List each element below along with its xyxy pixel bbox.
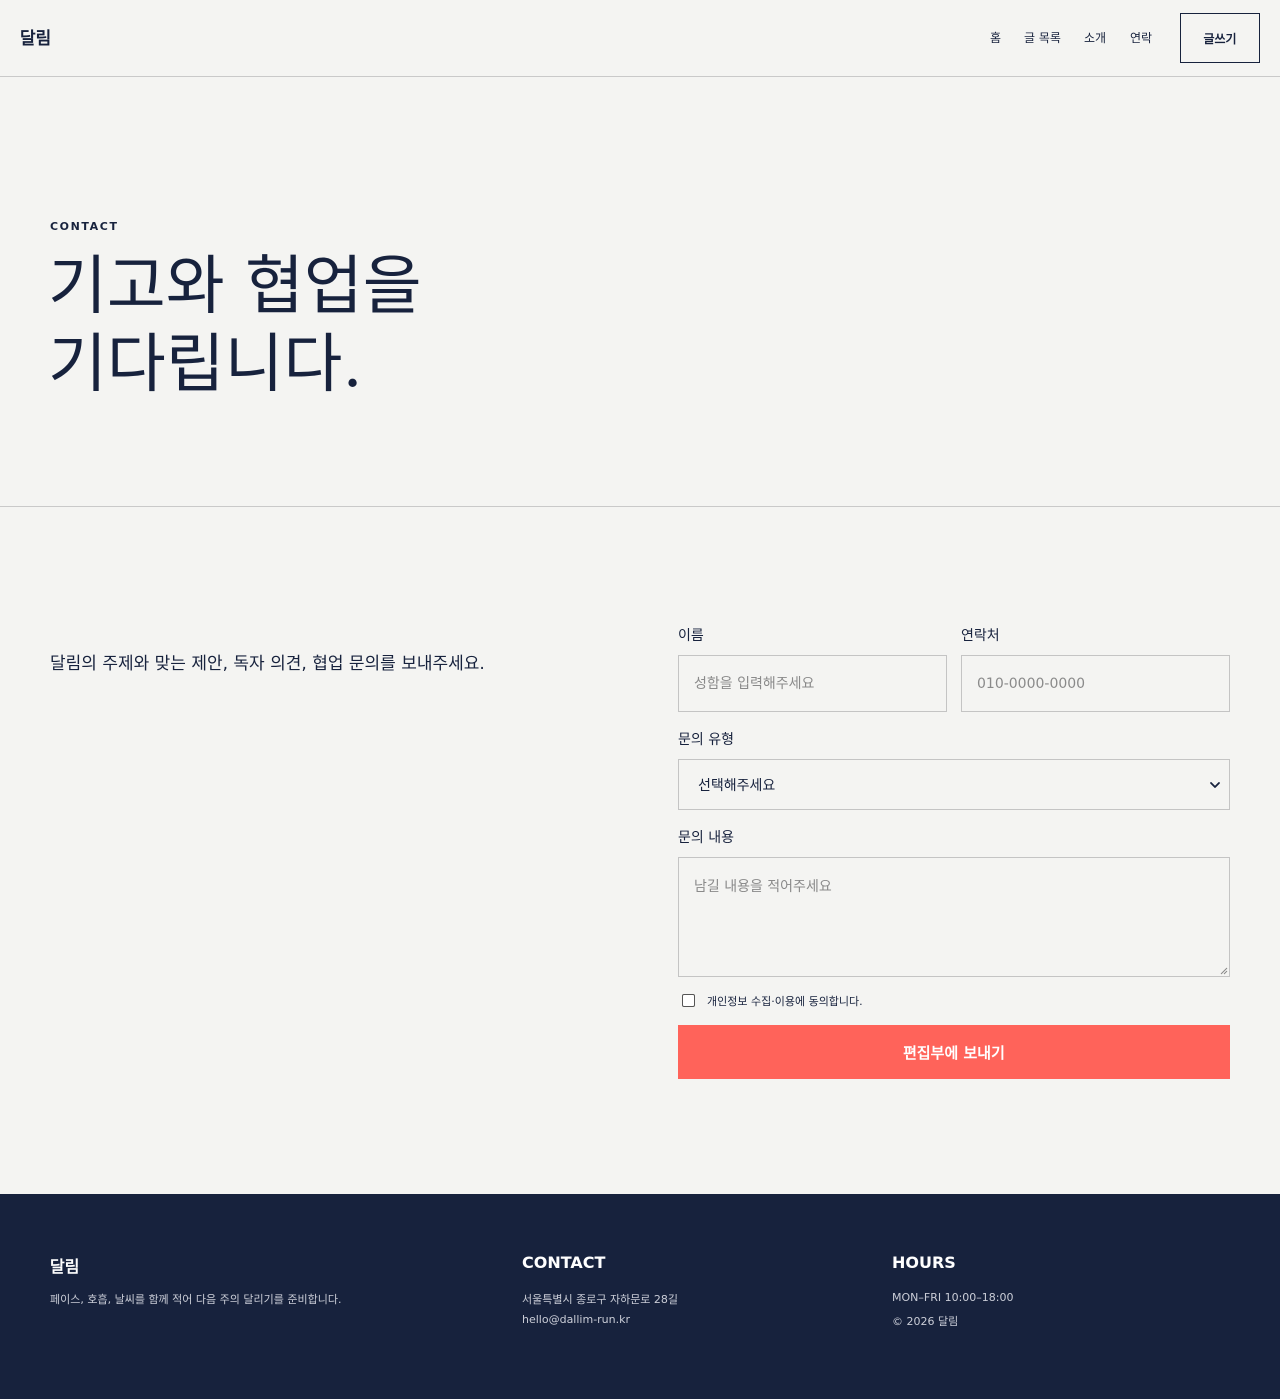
inquiry-type-selected: 선택해주세요 (698, 777, 776, 794)
phone-input[interactable] (961, 655, 1230, 712)
footer-hours-heading: HOURS (892, 1253, 956, 1272)
footer-address: 서울특별시 종로구 자하문로 28길 (522, 1293, 679, 1306)
site-header: 달림 홈 글 목록 소개 연락 글쓰기 (0, 0, 1280, 77)
chevron-down-icon (1210, 782, 1220, 788)
nav-item-contact[interactable]: 연락 (1130, 29, 1152, 46)
footer-email-link[interactable]: hello@dallim-run.kr (522, 1313, 630, 1326)
footer-copyright: © 2026 달림 (892, 1315, 959, 1328)
inquiry-type-select[interactable]: 선택해주세요 (678, 759, 1230, 810)
hero-eyebrow: CONTACT (50, 220, 119, 233)
name-label: 이름 (678, 628, 704, 644)
phone-label: 연락처 (961, 628, 1000, 644)
page-title: 기고와 협업을 기다립니다. (48, 248, 648, 404)
page-title-line-1: 기고와 협업을 (48, 250, 422, 324)
footer-brand-description: 페이스, 호흡, 날씨를 함께 적어 다음 주의 달리기를 준비합니다. (50, 1293, 342, 1306)
nav-item-posts[interactable]: 글 목록 (1024, 29, 1061, 46)
page-title-line-2: 기다립니다. (48, 328, 363, 402)
inquiry-type-label: 문의 유형 (678, 732, 734, 748)
nav-item-home[interactable]: 홈 (990, 29, 1001, 46)
section-divider (0, 506, 1280, 507)
footer-contact-heading: CONTACT (522, 1253, 606, 1272)
submit-button[interactable]: 편집부에 보내기 (678, 1025, 1230, 1079)
site-footer: 달림 페이스, 호흡, 날씨를 함께 적어 다음 주의 달리기를 준비합니다. … (0, 1194, 1280, 1399)
consent-checkbox[interactable] (682, 994, 695, 1007)
nav-item-about[interactable]: 소개 (1084, 29, 1106, 46)
resize-grip-icon[interactable] (1218, 965, 1228, 975)
consent-label[interactable]: 개인정보 수집·이용에 동의합니다. (707, 993, 863, 1009)
message-textarea[interactable] (678, 857, 1230, 977)
footer-brand: 달림 (50, 1257, 80, 1276)
contact-intro: 달림의 주제와 맞는 제안, 독자 의견, 협업 문의를 보내주세요. (50, 654, 485, 674)
name-input[interactable] (678, 655, 947, 712)
message-label: 문의 내용 (678, 830, 734, 846)
write-button[interactable]: 글쓰기 (1180, 13, 1260, 63)
site-logo[interactable]: 달림 (20, 24, 51, 49)
footer-hours: MON–FRI 10:00–18:00 (892, 1291, 1014, 1304)
